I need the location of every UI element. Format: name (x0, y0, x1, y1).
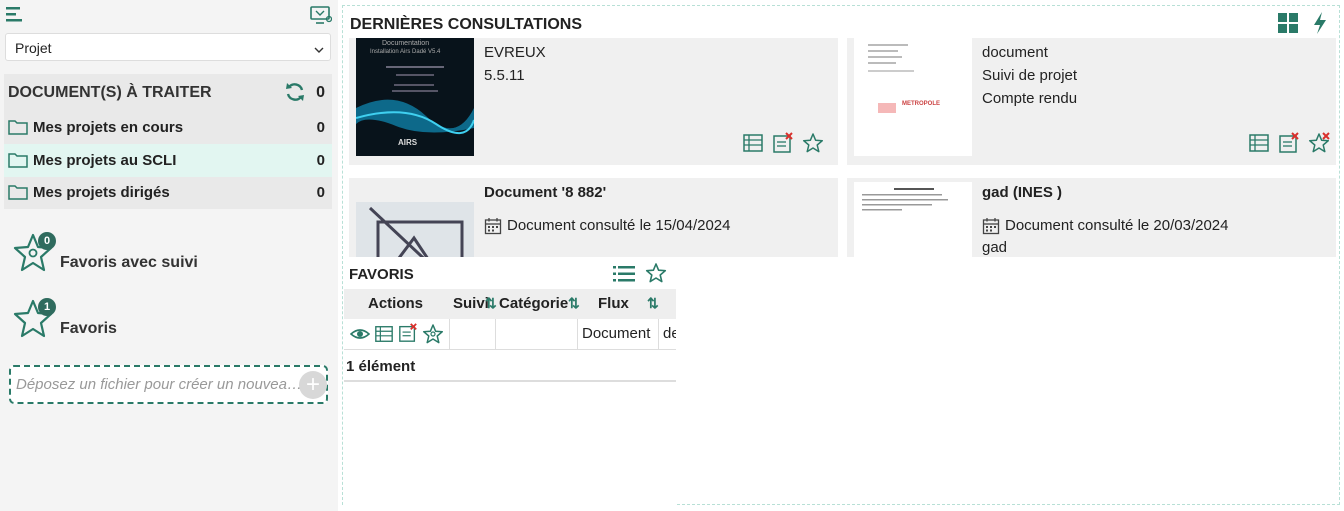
card-title: Document '8 882' (484, 184, 607, 201)
list-details-icon[interactable] (374, 324, 394, 348)
document-thumbnail (854, 182, 972, 257)
todo-item-projets-diriges[interactable]: Mes projets dirigés 0 (4, 176, 332, 209)
sort-icon[interactable]: ⇅ (568, 295, 580, 312)
todo-item-count: 0 (316, 119, 325, 136)
todo-item-count: 0 (316, 152, 325, 169)
recent-card[interactable]: gad (INES ) Document consulté le 20/03/2… (847, 178, 1336, 257)
row-suivi-cell (450, 319, 496, 350)
file-dropzone[interactable]: Déposez un fichier pour créer un nouveau… (9, 365, 328, 404)
favorites-label: Favoris avec suivi (60, 254, 198, 271)
no-preview-icon (356, 202, 474, 257)
card-line: Compte rendu (982, 90, 1078, 107)
context-select-value: Projet (15, 40, 52, 56)
column-header-categorie[interactable]: Catégorie (499, 295, 568, 312)
remove-document-icon[interactable] (772, 132, 794, 159)
context-select[interactable]: Projet (5, 33, 331, 61)
panel-title: DERNIÈRES CONSULTATIONS (350, 16, 583, 33)
column-header-actions: Actions (368, 295, 424, 312)
card-line: document (982, 44, 1048, 61)
favorites-panel-title: FAVORIS (349, 266, 414, 283)
consulted-date: Document consulté le 20/03/2024 (1005, 217, 1229, 234)
sort-icon[interactable]: ⇅ (485, 295, 497, 312)
favorites[interactable]: 1 Favoris (12, 298, 312, 348)
todo-panel: DOCUMENT(S) À TRAITER 0 Mes projets en c… (4, 74, 332, 209)
monitor-icon[interactable] (310, 6, 333, 29)
calendar-icon (982, 217, 1000, 235)
row-categorie-cell (496, 319, 578, 350)
folder-icon (8, 151, 28, 173)
recent-cards: Documentation Installation Airs Dadé V5.… (343, 38, 1339, 257)
favorites-table-header: Actions Suivi ⇅ Catégorie ⇅ Flux ⇅ (344, 289, 676, 319)
dropzone-placeholder: Déposez un fichier pour créer un nouveau… (16, 376, 306, 393)
sort-icon[interactable]: ⇅ (647, 295, 659, 312)
column-header-flux[interactable]: Flux (598, 295, 629, 312)
chevron-down-icon (314, 42, 324, 58)
favorites-label: Favoris (60, 320, 117, 337)
card-line: Suivi de projet (982, 67, 1078, 84)
grid-view-icon[interactable] (1277, 12, 1299, 39)
menu-toggle-icon[interactable] (6, 6, 24, 29)
table-row[interactable]: Document de (344, 319, 676, 350)
remove-favorite-icon[interactable] (1308, 132, 1330, 159)
card-line: EVREUX (484, 44, 546, 61)
favorites-panel: FAVORIS Actions Suivi ⇅ Catégorie ⇅ Flux… (343, 258, 676, 505)
sidebar: Projet DOCUMENT(S) À TRAITER 0 Mes proje… (0, 0, 338, 511)
remove-document-icon[interactable] (1278, 132, 1300, 159)
todo-item-projets-en-cours[interactable]: Mes projets en cours 0 (4, 111, 332, 144)
recent-card[interactable]: Documentation Installation Airs Dadé V5.… (349, 38, 838, 165)
consulted-date: Document consulté le 15/04/2024 (507, 217, 731, 234)
remove-document-icon[interactable] (398, 322, 418, 348)
list-details-icon[interactable] (1248, 132, 1270, 159)
lightning-icon[interactable] (1313, 12, 1327, 39)
add-file-button[interactable]: + (299, 371, 327, 399)
card-title: gad (INES ) (982, 184, 1063, 201)
favorites-badge: 0 (38, 232, 56, 250)
card-line: gad (982, 239, 1008, 256)
thumbnail-brand: METROPOLE (902, 101, 941, 107)
list-view-icon[interactable] (613, 264, 635, 289)
thumbnail-caption: Installation Airs Dadé V5.4 (370, 49, 441, 55)
element-count: 1 élément (344, 350, 676, 382)
todo-item-label: Mes projets dirigés (33, 184, 170, 201)
recent-card[interactable]: METROPOLE document Suivi de projet Compt… (847, 38, 1336, 165)
todo-item-label: Mes projets en cours (33, 119, 184, 136)
document-thumbnail: METROPOLE (854, 38, 972, 156)
todo-item-label: Mes projets au SCLI (33, 152, 177, 169)
row-next-cell: de (663, 325, 676, 342)
recent-card[interactable]: Document '8 882' Document consulté le 15… (349, 178, 838, 257)
todo-item-count: 0 (316, 184, 325, 201)
refresh-icon[interactable] (284, 81, 306, 108)
favorites-with-tracking[interactable]: 0 Favoris avec suivi (12, 232, 312, 282)
favorites-badge: 1 (38, 298, 56, 316)
todo-count: 0 (316, 84, 325, 101)
row-flux-cell: Document (578, 319, 659, 350)
document-thumbnail: Documentation Installation Airs Dadé V5.… (356, 38, 474, 156)
list-details-icon[interactable] (742, 132, 764, 159)
folder-icon (8, 118, 28, 140)
star-pin-icon[interactable] (422, 323, 444, 349)
thumbnail-brand: AIRS (398, 138, 418, 147)
row-actions-cell (344, 319, 450, 350)
folder-icon (8, 183, 28, 205)
star-outline-icon[interactable] (802, 132, 824, 159)
star-outline-icon[interactable] (645, 262, 667, 289)
todo-item-projets-au-scli[interactable]: Mes projets au SCLI 0 (4, 144, 332, 177)
thumbnail-caption: Documentation (382, 40, 430, 47)
column-header-suivi[interactable]: Suivi (453, 295, 489, 312)
calendar-icon (484, 217, 502, 235)
card-line: 5.5.11 (484, 67, 525, 84)
todo-heading: DOCUMENT(S) À TRAITER (8, 84, 212, 101)
eye-icon[interactable] (349, 325, 371, 347)
